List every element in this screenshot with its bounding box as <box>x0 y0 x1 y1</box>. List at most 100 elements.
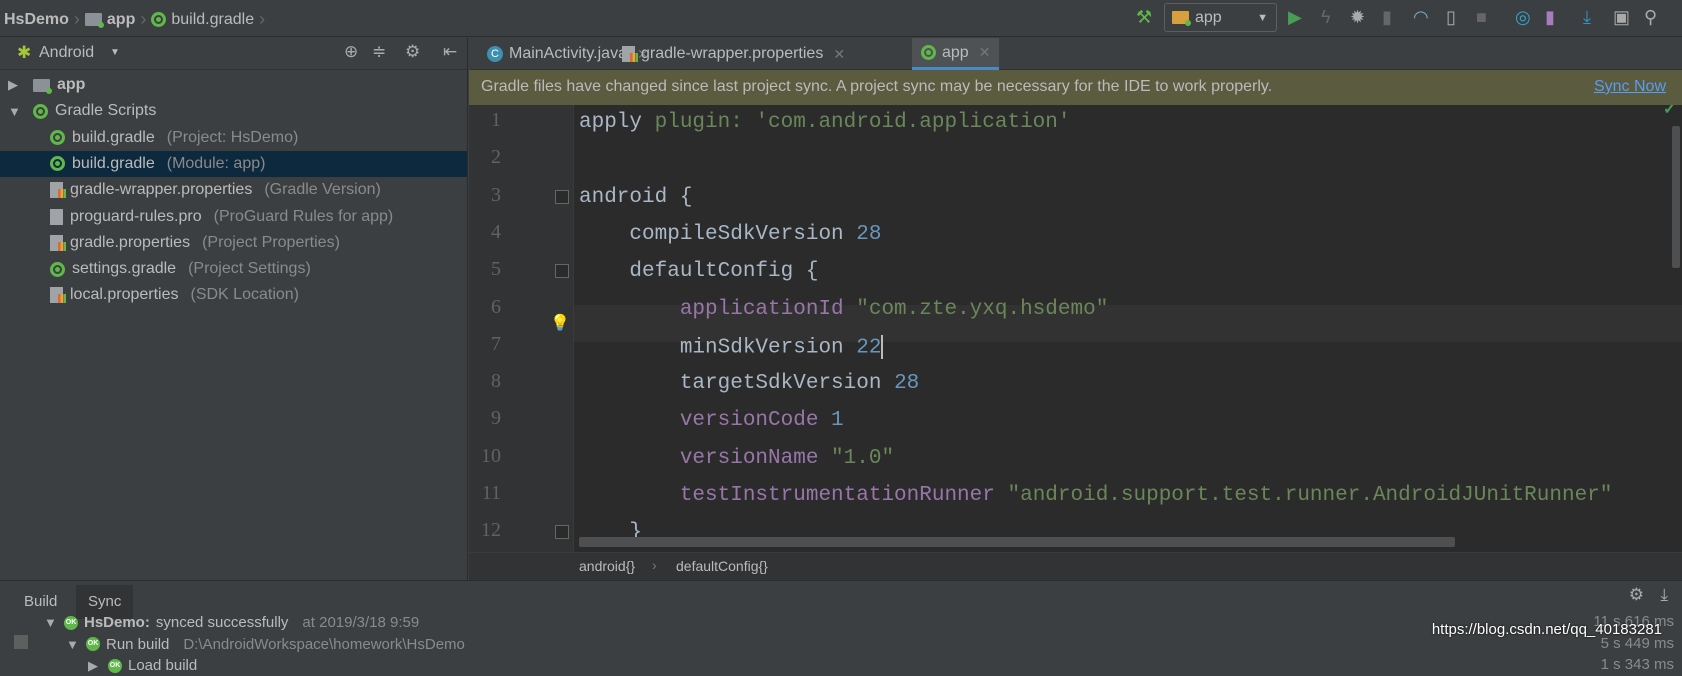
debug-icon[interactable]: ✹ <box>1350 7 1365 28</box>
folder-icon <box>33 78 52 94</box>
sync-gradle-icon[interactable]: ◎ <box>1515 7 1531 28</box>
line-number: 11 <box>481 482 501 504</box>
tree-item[interactable]: gradle.properties (Project Properties) <box>0 230 467 256</box>
checkmark-icon: ✓ <box>1663 105 1677 118</box>
code-token: minSdkVersion <box>579 336 857 360</box>
properties-file-icon <box>622 46 638 62</box>
vertical-scrollbar[interactable] <box>1672 126 1680 268</box>
fold-marker-icon[interactable] <box>555 264 569 279</box>
breadcrumb-file[interactable]: build.gradle <box>171 11 254 29</box>
device-icon[interactable]: ▯ <box>1446 7 1456 28</box>
profile-icon[interactable]: ◠ <box>1413 7 1429 28</box>
chevron-down-icon[interactable]: ▼ <box>44 615 58 630</box>
close-icon[interactable]: ✕ <box>833 46 845 63</box>
notification-message: Gradle files have changed since last pro… <box>481 78 1273 95</box>
code-line[interactable]: versionName "1.0" <box>579 447 894 470</box>
gradle-icon <box>151 12 167 27</box>
tree-item-hint: (SDK Location) <box>190 286 300 304</box>
tree-item[interactable]: settings.gradle (Project Settings) <box>0 256 467 282</box>
code-line[interactable]: android { <box>579 186 692 209</box>
chevron-right-icon[interactable]: ▶ <box>8 77 22 93</box>
code-line[interactable]: minSdkVersion 22 <box>579 334 884 360</box>
build-panel: Build Sync ⚙ ⤓ ▼ OK HsDemo: synced successf… <box>0 580 1682 674</box>
code-line[interactable]: compileSdkVersion 28 <box>579 223 881 246</box>
code-token: apply <box>579 111 655 134</box>
code-line[interactable]: defaultConfig { <box>579 260 818 283</box>
avd-manager-icon[interactable]: ▮ <box>1545 7 1555 28</box>
sdk-manager-icon[interactable]: ⤓ <box>1583 7 1591 28</box>
attach-debugger-icon[interactable]: ▮ <box>1382 7 1392 28</box>
code-line[interactable]: applicationId "com.zte.yxq.hsdemo" <box>579 298 1108 321</box>
build-row-name: HsDemo: <box>84 614 150 631</box>
gear-icon[interactable]: ⚙ <box>405 42 420 62</box>
tab-app[interactable]: app ✕ <box>912 38 1000 70</box>
run-icon[interactable]: ▶ <box>1288 7 1302 28</box>
search-icon[interactable]: ⚲ <box>1644 7 1657 28</box>
project-view-select[interactable]: Android <box>39 44 94 62</box>
chevron-right-icon[interactable]: ▶ <box>88 658 102 674</box>
tree-item[interactable]: local.properties (SDK Location) <box>0 282 467 308</box>
properties-file-icon <box>50 182 66 199</box>
android-icon: ✱ <box>17 43 32 62</box>
code-crumb-android[interactable]: android{} <box>579 558 635 574</box>
run-config-select[interactable]: app ▼ <box>1164 3 1277 32</box>
gear-icon[interactable]: ⚙ <box>1629 585 1644 605</box>
code-token: compileSdkVersion <box>579 222 857 246</box>
run-config-value: app <box>1195 8 1222 26</box>
horizontal-scrollbar[interactable] <box>579 537 1455 547</box>
lightbulb-icon[interactable]: 💡 <box>550 313 570 333</box>
apply-changes-icon[interactable]: ϟ <box>1321 7 1331 28</box>
hide-panel-icon[interactable]: ⤓ <box>1660 585 1668 605</box>
build-row-detail: at 2019/3/18 9:59 <box>302 614 420 631</box>
tab-label: app <box>942 43 969 61</box>
fold-marker-icon[interactable] <box>555 525 569 540</box>
tree-item[interactable]: build.gradle (Module: app) <box>0 150 467 177</box>
build-row-text: synced successfully <box>155 614 289 631</box>
build-row-detail: D:\AndroidWorkspace\homework\HsDemo <box>183 635 465 653</box>
tree-item[interactable]: build.gradle (Project: HsDemo) <box>0 125 467 151</box>
build-hammer-icon[interactable]: ⚒ <box>1136 7 1152 28</box>
stop-icon[interactable] <box>14 635 28 649</box>
code-token: "1.0" <box>831 446 895 470</box>
tree-item-label: build.gradle <box>72 154 155 172</box>
hide-panel-icon[interactable]: ⇤ <box>443 42 457 62</box>
tree-item[interactable]: proguard-rules.pro (ProGuard Rules for ap… <box>0 204 467 230</box>
tree-item-label: proguard-rules.pro <box>70 207 202 225</box>
chevron-right-icon: › <box>73 9 80 29</box>
folder-icon <box>84 13 104 28</box>
breadcrumb-module[interactable]: app <box>107 11 135 29</box>
line-number: 3 <box>491 183 501 206</box>
code-crumb-defaultconfig[interactable]: defaultConfig{} <box>676 558 768 574</box>
code-token: targetSdkVersion <box>579 372 895 396</box>
code-line[interactable]: apply plugin: 'com.android.application' <box>579 111 1071 134</box>
chevron-down-icon[interactable]: ▼ <box>66 637 80 652</box>
line-number: 9 <box>491 407 501 430</box>
fold-marker-icon[interactable] <box>555 189 569 204</box>
tree-item-hint: (Project Properties) <box>202 233 340 251</box>
tab-gradle-wrapper-properties[interactable]: gradle-wrapper.properties ✕ <box>613 38 854 70</box>
tree-item[interactable]: ▶ app <box>0 72 467 98</box>
collapse-all-icon[interactable]: ≑ <box>372 42 386 62</box>
code-token: 28 <box>894 372 920 396</box>
code-token: versionName <box>579 446 832 470</box>
stop-icon[interactable]: ■ <box>1476 7 1487 28</box>
code-token: versionCode <box>579 409 832 433</box>
code-line[interactable]: testInstrumentationRunner "android.suppo… <box>579 484 1613 507</box>
close-icon[interactable]: ✕ <box>979 44 991 61</box>
code-line[interactable]: targetSdkVersion 28 <box>579 372 919 395</box>
code-token: 28 <box>856 222 882 246</box>
chevron-down-icon[interactable]: ▼ <box>8 104 22 119</box>
sync-now-link[interactable]: Sync Now <box>1594 78 1666 96</box>
build-row[interactable]: ▼ OK HsDemo: synced successfully at 2019/3/1… <box>44 612 419 633</box>
chevron-down-icon[interactable]: ▼ <box>110 47 120 58</box>
tree-item[interactable]: ▼ Gradle Scripts <box>0 98 467 124</box>
chevron-right-icon: › <box>140 9 147 29</box>
code-editor[interactable]: 1 2 3 4 5 6 7 8 9 10 11 12 apply plugin: 'com.andro… <box>469 105 1682 552</box>
tree-item[interactable]: gradle-wrapper.properties (Gradle Version… <box>0 177 467 203</box>
build-row[interactable]: ▶ OK Load build <box>88 655 197 676</box>
locate-icon[interactable]: ⊕ <box>344 42 358 62</box>
breadcrumb-project[interactable]: HsDemo <box>4 11 69 29</box>
build-row[interactable]: ▼ OK Run build D:\AndroidWorkspace\homework… <box>66 634 465 655</box>
code-line[interactable]: versionCode 1 <box>579 409 844 432</box>
project-structure-icon[interactable]: ▣ <box>1613 7 1630 28</box>
